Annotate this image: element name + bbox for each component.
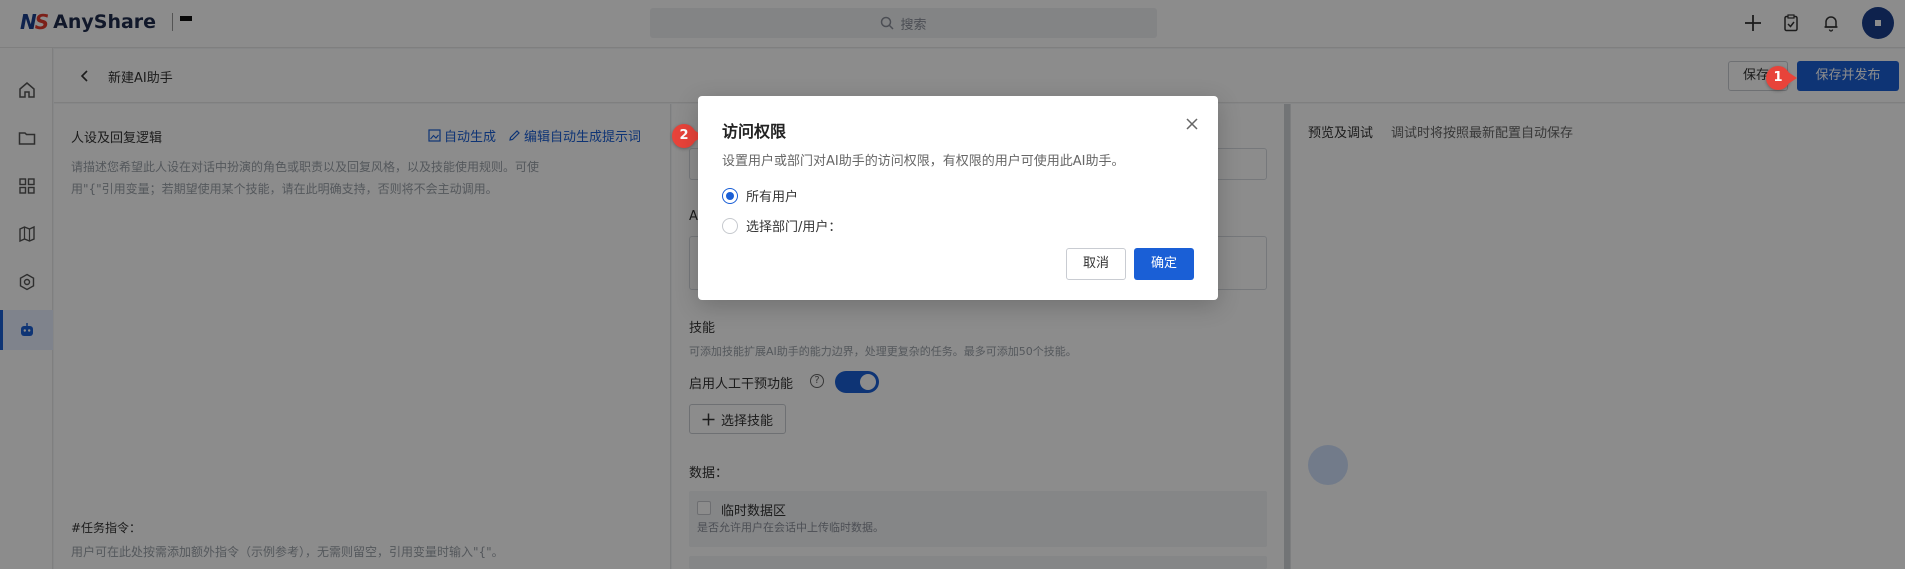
dialog-description: 设置用户或部门对AI助手的访问权限，有权限的用户可使用此AI助手。 xyxy=(722,154,1125,169)
step-marker-2: 2 xyxy=(672,124,703,148)
radio-all-users-control[interactable] xyxy=(722,187,738,204)
radio-all-users[interactable]: 所有用户 xyxy=(722,186,798,205)
radio-select-users-control[interactable] xyxy=(722,217,738,234)
access-permission-dialog: 访问权限 设置用户或部门对AI助手的访问权限，有权限的用户可使用此AI助手。 所… xyxy=(698,96,1218,300)
close-icon[interactable] xyxy=(1182,114,1202,134)
step-marker-1: 1 xyxy=(1766,66,1797,90)
cancel-button[interactable]: 取消 xyxy=(1066,248,1126,280)
dialog-title: 访问权限 xyxy=(722,122,787,141)
confirm-button[interactable]: 确定 xyxy=(1134,248,1194,280)
radio-select-users[interactable]: 选择部门/用户： xyxy=(722,216,841,235)
